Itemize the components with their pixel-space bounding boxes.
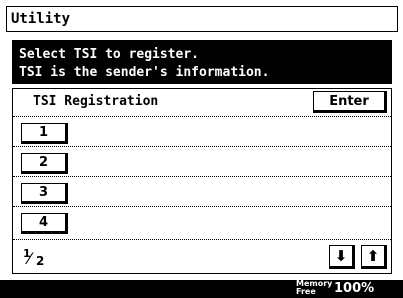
arrow-up-icon[interactable]: ⬆ [361, 245, 387, 269]
row-divider [13, 176, 391, 177]
arrow-down-icon[interactable]: ⬇ [329, 245, 355, 269]
instruction-message: Select TSI to register. TSI is the sende… [12, 40, 392, 84]
instruction-line-2: TSI is the sender's information. [19, 65, 270, 80]
row-divider [13, 239, 391, 240]
tsi-slot-2-button[interactable]: 2 [21, 153, 68, 174]
screen-title: Utility [6, 6, 398, 32]
instruction-line-1: Select TSI to register. [19, 47, 200, 62]
tsi-registration-panel: TSI Registration Enter 1 2 3 4 1 ⁄ 2 ⬇ ⬆ [12, 88, 392, 274]
memory-label-line-2: Free [296, 287, 316, 296]
memory-free-label: Memory Free [296, 280, 332, 296]
status-bar: Memory Free 100% [0, 280, 403, 298]
tsi-slot-1-button[interactable]: 1 [21, 123, 68, 144]
tsi-slot-3-button[interactable]: 3 [21, 183, 68, 204]
memory-free-value: 100% [334, 281, 375, 296]
row-divider [13, 206, 391, 207]
page-separator: ⁄ [28, 249, 31, 268]
page-total: 2 [36, 254, 45, 268]
enter-button[interactable]: Enter [313, 91, 387, 113]
row-divider [13, 146, 391, 147]
tsi-slot-4-button[interactable]: 4 [21, 213, 68, 234]
